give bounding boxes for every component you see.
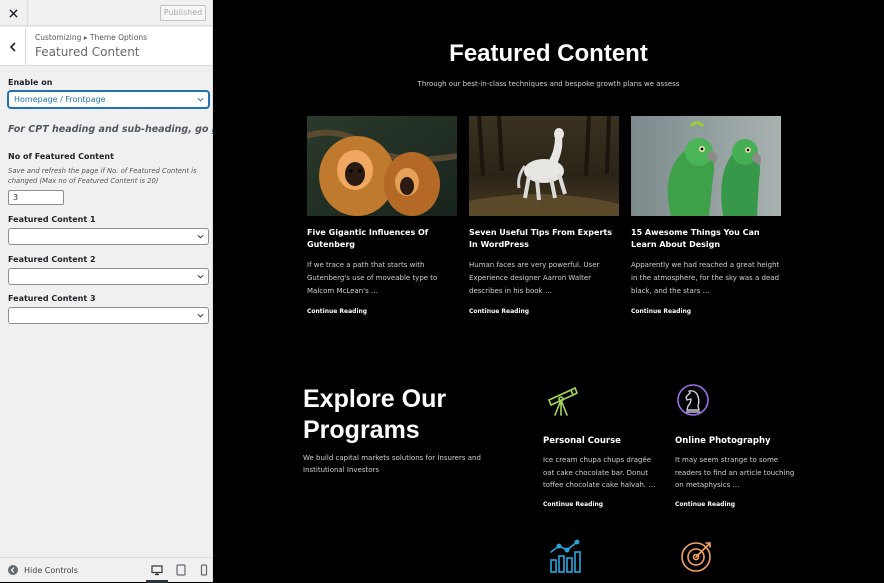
- continue-reading-link[interactable]: Continue Reading: [469, 308, 619, 315]
- continue-reading-link[interactable]: Continue Reading: [307, 308, 457, 315]
- back-button[interactable]: [0, 27, 26, 66]
- featured-card: Seven Useful Tips From Experts In WordPr…: [469, 116, 619, 315]
- chess-knight-icon: [677, 384, 709, 416]
- explore-section-title: Explore Our Programs: [303, 385, 447, 444]
- enable-on-value: Homepage / Frontpage: [14, 95, 106, 104]
- card-title[interactable]: Five Gigantic Influences Of Gutenberg: [307, 227, 457, 251]
- program-item: [679, 538, 799, 574]
- card-title[interactable]: 15 Awesome Things You Can Learn About De…: [631, 227, 781, 251]
- section-title: Featured Content: [35, 45, 140, 59]
- explore-section-text: We build capital markets solutions for I…: [303, 454, 481, 474]
- section-header: Customizing ▸ Theme Options Featured Con…: [0, 27, 212, 66]
- chart-icon: [550, 539, 581, 573]
- featured-content-3-select[interactable]: [8, 307, 209, 324]
- publish-button[interactable]: Published: [160, 5, 206, 21]
- card-title[interactable]: Seven Useful Tips From Experts In WordPr…: [469, 227, 619, 251]
- chevron-left-icon: [9, 41, 16, 52]
- enable-on-label: Enable on: [8, 78, 53, 87]
- telescope-icon: [547, 386, 579, 416]
- featured-section-subtitle: Through our best-in-class techniques and…: [417, 80, 680, 88]
- enable-on-select[interactable]: Homepage / Frontpage: [8, 91, 209, 108]
- card-excerpt: If we trace a path that starts with Gute…: [307, 261, 438, 295]
- continue-reading-link[interactable]: Continue Reading: [631, 308, 781, 315]
- card-excerpt: Apparently we had reached a great height…: [631, 261, 780, 295]
- featured-count-input[interactable]: 3: [8, 190, 64, 205]
- featured-card: Five Gigantic Influences Of Gutenberg If…: [307, 116, 457, 315]
- white-horse-photo[interactable]: [469, 116, 619, 216]
- program-text: It may seem strange to some readers to f…: [675, 456, 795, 489]
- hide-controls-button[interactable]: Hide Controls: [24, 566, 78, 575]
- chevron-down-icon: [197, 313, 204, 318]
- chevron-down-icon: [197, 97, 204, 102]
- site-preview: Featured Content Through our best-in-cla…: [213, 0, 884, 582]
- featured-content-2-label: Featured Content 2: [8, 255, 96, 264]
- featured-content-1-label: Featured Content 1: [8, 215, 96, 224]
- cpt-heading-note: For CPT heading and sub-heading, go here: [8, 124, 236, 135]
- continue-reading-link[interactable]: Continue Reading: [675, 501, 795, 508]
- program-item: [547, 538, 667, 574]
- featured-card: 15 Awesome Things You Can Learn About De…: [631, 116, 781, 315]
- featured-count-description: Save and refresh the page if No. of Feat…: [8, 167, 197, 185]
- program-title[interactable]: Personal Course: [543, 436, 663, 446]
- program-title[interactable]: Online Photography: [675, 436, 795, 446]
- monkeys-photo[interactable]: [307, 116, 457, 216]
- collapse-arrow-icon[interactable]: [8, 565, 18, 575]
- desktop-preview-icon[interactable]: [151, 564, 163, 576]
- featured-content-3-label: Featured Content 3: [8, 294, 96, 303]
- target-icon: [681, 542, 711, 572]
- program-item: Online Photography It may seem strange t…: [675, 382, 795, 508]
- close-icon: [9, 8, 18, 18]
- card-excerpt: Human faces are very powerful. User Expe…: [469, 261, 600, 295]
- cpt-note-text: For CPT heading and sub-heading, go: [8, 124, 209, 135]
- featured-content-2-select[interactable]: [8, 268, 209, 285]
- featured-content-1-select[interactable]: [8, 228, 209, 245]
- program-item: Personal Course Ice cream chupa chups dr…: [543, 382, 663, 508]
- close-button[interactable]: [0, 0, 28, 26]
- mobile-preview-icon[interactable]: [198, 564, 210, 576]
- customizer-header: Published: [0, 0, 212, 26]
- customizer-sidebar: Published Customizing ▸ Theme Options Fe…: [0, 0, 236, 583]
- tablet-preview-icon[interactable]: [175, 564, 187, 576]
- breadcrumb: Customizing ▸ Theme Options: [35, 33, 148, 42]
- chevron-down-icon: [197, 234, 204, 239]
- continue-reading-link[interactable]: Continue Reading: [543, 501, 663, 508]
- featured-count-label: No of Featured Content: [8, 152, 114, 161]
- parrots-photo[interactable]: [631, 116, 781, 216]
- program-text: Ice cream chupa chups dragée oat cake ch…: [543, 456, 656, 489]
- customizer-footer: Hide Controls: [0, 557, 212, 583]
- chevron-down-icon: [197, 274, 204, 279]
- featured-section-title: Featured Content: [449, 40, 648, 67]
